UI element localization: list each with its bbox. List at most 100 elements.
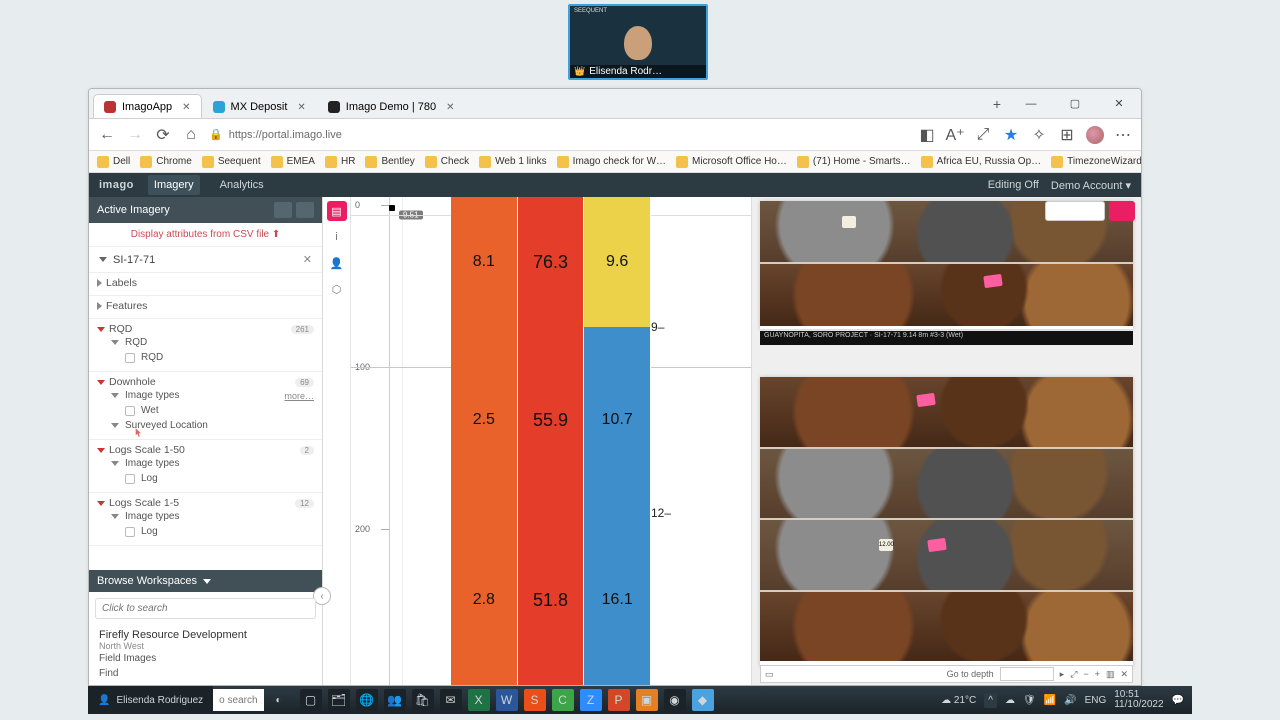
drillhole-row[interactable]: SI-17-71 ✕: [89, 247, 322, 273]
window-minimize-button[interactable]: —: [1009, 89, 1053, 118]
layout-icon[interactable]: ▥: [1106, 669, 1115, 680]
data-segment[interactable]: 9.6: [584, 197, 650, 327]
data-segment[interactable]: 10.7: [584, 327, 650, 513]
nav-refresh-button[interactable]: ⟳: [153, 125, 173, 145]
taskview-icon[interactable]: ▢: [300, 689, 322, 711]
zoom-icon[interactable]: Z: [580, 689, 602, 711]
teams-icon[interactable]: 👥: [384, 689, 406, 711]
workspace-item[interactable]: Firefly Resource Development North West …: [89, 625, 322, 685]
powerpoint-icon[interactable]: P: [608, 689, 630, 711]
sidebar-save-icon[interactable]: [296, 202, 314, 218]
nav-forward-button[interactable]: →: [125, 125, 145, 145]
browse-workspaces-header[interactable]: Browse Workspaces: [89, 570, 322, 592]
workspace-row[interactable]: Find: [99, 666, 312, 681]
favourite-item[interactable]: Africa EU, Russia Op…: [921, 156, 1041, 168]
edge-icon[interactable]: 🌐: [356, 689, 378, 711]
favourite-item[interactable]: Web 1 links: [479, 156, 547, 168]
account-menu[interactable]: Demo Account ▾: [1051, 179, 1131, 192]
favorite-star-icon[interactable]: ★: [1001, 125, 1021, 145]
sidebar-layout-icon[interactable]: [274, 202, 292, 218]
nav-tab-imagery[interactable]: Imagery: [148, 175, 200, 195]
collections-icon[interactable]: ✧: [1029, 125, 1049, 145]
favourite-item[interactable]: Bentley: [365, 156, 414, 168]
rail-view-button[interactable]: ▤: [327, 201, 347, 221]
goto-depth-input[interactable]: [1000, 667, 1054, 681]
group-header[interactable]: Features: [97, 300, 314, 312]
data-segment[interactable]: 2.8: [451, 513, 517, 685]
tab-close-icon[interactable]: ✕: [182, 102, 190, 113]
rail-user-button[interactable]: 👤: [327, 253, 347, 273]
favourite-item[interactable]: HR: [325, 156, 355, 168]
layer-row[interactable]: Log: [97, 524, 314, 539]
explorer-icon[interactable]: 🗂: [328, 689, 350, 711]
outlook-icon[interactable]: ✉: [440, 689, 462, 711]
weather-widget[interactable]: ☁ 21°C: [941, 695, 976, 706]
subgroup-header[interactable]: Surveyed Location: [97, 418, 314, 433]
store-icon[interactable]: 🛍: [412, 689, 434, 711]
checkbox[interactable]: [125, 527, 135, 537]
nav-home-button[interactable]: ⌂: [181, 125, 201, 145]
goto-depth-go[interactable]: ▸: [1060, 669, 1065, 680]
browser-tab[interactable]: Imago Demo | 780✕: [317, 94, 466, 118]
zoom-out-icon[interactable]: −: [1083, 669, 1088, 679]
text-size-icon[interactable]: A⁺: [945, 125, 965, 145]
data-segment[interactable]: 51.8: [518, 513, 584, 685]
favourite-item[interactable]: EMEA: [271, 156, 315, 168]
subgroup-header[interactable]: RQD: [97, 335, 314, 350]
taskbar-search[interactable]: o search: [213, 689, 263, 711]
subgroup-header[interactable]: Image types: [97, 456, 314, 471]
read-aloud-icon[interactable]: ◧: [917, 125, 937, 145]
rail-shape-button[interactable]: ⬡: [327, 279, 347, 299]
editing-toggle[interactable]: Editing Off: [988, 179, 1039, 191]
clock[interactable]: 10:51 11/10/2022: [1114, 690, 1163, 710]
tab-close-icon[interactable]: ✕: [446, 102, 454, 113]
url-display[interactable]: 🔒 https://portal.imago.live: [209, 128, 342, 141]
cortana-icon[interactable]: ◐: [264, 695, 294, 706]
nav-back-button[interactable]: ←: [97, 125, 117, 145]
rail-info-button[interactable]: i: [327, 227, 347, 247]
track-view[interactable]: 0 100200300 9.51 8.12.52.876.355.951.89.…: [351, 197, 751, 685]
nav-tab-analytics[interactable]: Analytics: [214, 175, 270, 195]
crop-icon[interactable]: ▭: [765, 669, 774, 680]
layer-row[interactable]: Wet: [97, 403, 314, 418]
subgroup-header[interactable]: Image types: [97, 509, 314, 524]
zoom-icon[interactable]: ⤢: [973, 125, 993, 145]
data-segment[interactable]: 55.9: [518, 327, 584, 513]
window-maximize-button[interactable]: ▢: [1053, 89, 1097, 118]
subgroup-header[interactable]: Image typesmore…: [97, 388, 314, 403]
checkbox[interactable]: [125, 353, 135, 363]
notifications-icon[interactable]: 💬: [1172, 695, 1184, 706]
more-link[interactable]: more…: [284, 391, 314, 401]
tab-close-icon[interactable]: ✕: [297, 102, 305, 113]
checkbox[interactable]: [125, 406, 135, 416]
browser-tab[interactable]: MX Deposit✕: [202, 94, 317, 118]
group-header[interactable]: Downhole69: [97, 376, 314, 388]
excel-icon[interactable]: X: [468, 689, 490, 711]
group-header[interactable]: Logs Scale 1-512: [97, 497, 314, 509]
data-segment[interactable]: 16.1: [584, 513, 650, 685]
favourite-item[interactable]: Chrome: [140, 156, 192, 168]
favourite-item[interactable]: Check: [425, 156, 469, 168]
image-selector[interactable]: [1045, 201, 1105, 221]
workspace-search[interactable]: [95, 598, 316, 619]
zoom-fit-icon[interactable]: ⤢: [1070, 669, 1077, 680]
csv-import-link[interactable]: Display attributes from CSV file ⬆: [89, 223, 322, 247]
close-panel-icon[interactable]: ✕: [1120, 669, 1128, 680]
favourite-item[interactable]: Microsoft Office Ho…: [676, 156, 787, 168]
workspace-row[interactable]: Field Images: [99, 651, 312, 666]
more-menu-icon[interactable]: ⋯: [1113, 125, 1133, 145]
camtasia-icon[interactable]: C: [552, 689, 574, 711]
group-header[interactable]: Labels: [97, 277, 314, 289]
app-orange-icon[interactable]: ▣: [636, 689, 658, 711]
core-box-lower[interactable]: 12.00: [760, 377, 1133, 667]
favourite-item[interactable]: TimezoneWizard: [1051, 156, 1141, 168]
group-header[interactable]: RQD261: [97, 323, 314, 335]
volume-icon[interactable]: 🔊: [1064, 695, 1076, 706]
core-image-panel[interactable]: 9 14.6 GUAYNOPITA, SORO PROJECT · SI-17-…: [751, 197, 1141, 685]
new-tab-button[interactable]: +: [985, 96, 1009, 112]
image-action-button[interactable]: [1109, 201, 1135, 221]
checkbox[interactable]: [125, 474, 135, 484]
close-icon[interactable]: ✕: [303, 253, 312, 266]
app-blue-icon[interactable]: ◆: [692, 689, 714, 711]
window-close-button[interactable]: ✕: [1097, 89, 1141, 118]
